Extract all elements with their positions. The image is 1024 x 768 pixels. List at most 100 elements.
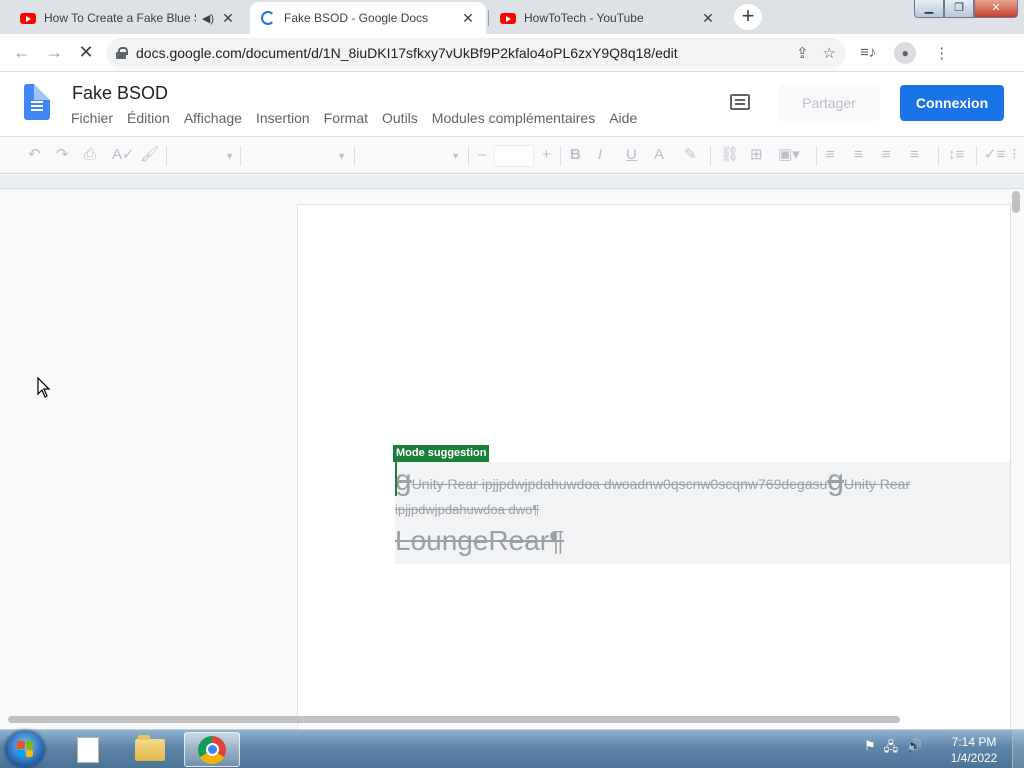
- vertical-scrollbar[interactable]: [1012, 191, 1020, 213]
- menu-insertion[interactable]: Insertion: [256, 110, 310, 126]
- youtube-icon: [500, 10, 516, 26]
- close-window-button[interactable]: ✕: [974, 0, 1018, 18]
- insert-link-icon[interactable]: ⛓: [720, 146, 739, 164]
- print-icon[interactable]: ⎙: [84, 146, 96, 164]
- toolbar-divider: [710, 146, 711, 166]
- close-tab-icon[interactable]: ✕: [460, 10, 476, 27]
- docs-menubar: Fichier Édition Affichage Insertion Form…: [71, 110, 637, 126]
- folder-icon: [135, 734, 165, 761]
- google-docs-logo-icon[interactable]: [24, 84, 50, 120]
- document-line-2[interactable]: ipjjpdwjpdahuwdoa dwo¶: [395, 502, 539, 517]
- media-control-icon[interactable]: ≡♪: [860, 44, 876, 61]
- menu-aide[interactable]: Aide: [609, 110, 637, 126]
- browser-menu-icon[interactable]: ⋮: [934, 44, 949, 62]
- increase-font-size-button[interactable]: +: [542, 146, 551, 164]
- italic-icon[interactable]: I: [598, 146, 602, 164]
- minimize-button[interactable]: ▁: [914, 0, 944, 18]
- share-page-icon[interactable]: ⇪: [796, 44, 809, 62]
- line-spacing-icon[interactable]: ↕≡: [948, 146, 964, 164]
- text-color-icon[interactable]: A: [654, 146, 664, 164]
- action-center-flag-icon[interactable]: ⚑: [864, 738, 876, 760]
- back-button[interactable]: ←: [6, 37, 38, 69]
- start-button[interactable]: [6, 731, 44, 767]
- network-icon[interactable]: 🖧: [884, 738, 899, 760]
- tab-youtube-howtotech[interactable]: HowToTech - YouTube ✕: [490, 2, 726, 34]
- menu-edition[interactable]: Édition: [127, 110, 170, 126]
- url-text[interactable]: docs.google.com/document/d/1N_8iuDKI17sf…: [136, 45, 678, 61]
- taskbar-chrome[interactable]: [184, 732, 240, 767]
- toolbar-divider: [816, 146, 817, 166]
- font-size-input[interactable]: [494, 145, 534, 167]
- volume-icon[interactable]: 🔊: [906, 738, 922, 760]
- browser-toolbar: ← → ✕ docs.google.com/document/d/1N_8iuD…: [0, 34, 1024, 72]
- toolbar-divider: [354, 146, 355, 166]
- toolbar-divider: [240, 146, 241, 166]
- bookmark-star-icon[interactable]: ☆: [823, 44, 836, 62]
- address-bar[interactable]: docs.google.com/document/d/1N_8iuDKI17sf…: [106, 37, 846, 68]
- undo-icon[interactable]: ↶: [28, 146, 41, 164]
- font-dropdown[interactable]: ▼: [360, 146, 460, 166]
- text-fragment: Unity Rear: [843, 476, 911, 492]
- align-justify-icon[interactable]: ≡: [910, 146, 919, 164]
- paint-format-icon[interactable]: 🖌: [140, 146, 159, 164]
- menu-outils[interactable]: Outils: [382, 110, 418, 126]
- youtube-icon: [20, 10, 36, 26]
- tab-google-docs[interactable]: Fake BSOD - Google Docs ✕: [250, 2, 486, 34]
- lock-icon[interactable]: [116, 46, 128, 59]
- zoom-dropdown[interactable]: ▼: [172, 146, 234, 166]
- new-tab-button[interactable]: +: [734, 4, 762, 30]
- align-center-icon[interactable]: ≡: [854, 146, 863, 164]
- menu-format[interactable]: Format: [324, 110, 368, 126]
- style-dropdown[interactable]: ▼: [246, 146, 346, 166]
- browser-tab-strip: How To Create a Fake Blue Sc ◀) ✕ Fake B…: [0, 0, 1024, 34]
- audio-playing-icon[interactable]: ◀): [202, 12, 214, 25]
- bulleted-list-icon[interactable]: ⁝: [1012, 146, 1017, 164]
- clock-date: 1/4/2022: [950, 751, 998, 765]
- text-fragment: g: [827, 466, 844, 497]
- align-right-icon[interactable]: ≡: [882, 146, 891, 164]
- tab-title: How To Create a Fake Blue Sc: [44, 11, 196, 25]
- forward-button[interactable]: →: [38, 37, 70, 69]
- decrease-font-size-button[interactable]: –: [478, 146, 486, 164]
- menu-fichier[interactable]: Fichier: [71, 110, 113, 126]
- tab-youtube-fake-bsod[interactable]: How To Create a Fake Blue Sc ◀) ✕: [10, 2, 246, 34]
- text-fragment: g: [395, 466, 412, 497]
- spellcheck-icon[interactable]: A✓: [112, 146, 135, 164]
- close-tab-icon[interactable]: ✕: [220, 10, 236, 27]
- toolbar-divider: [560, 146, 561, 166]
- highlight-icon[interactable]: ✎: [684, 146, 697, 164]
- tab-title: Fake BSOD - Google Docs: [284, 11, 429, 25]
- document-canvas[interactable]: [0, 189, 1024, 729]
- toolbar-divider: [938, 146, 939, 166]
- restore-button[interactable]: ❐: [944, 0, 974, 18]
- toolbar-divider: [166, 146, 167, 166]
- comments-icon[interactable]: [730, 94, 750, 110]
- clock-time: 7:14 PM: [951, 735, 997, 749]
- redo-icon[interactable]: ↷: [56, 146, 69, 164]
- share-button[interactable]: Partager: [778, 85, 880, 121]
- taskbar-clock[interactable]: 7:14 PM 1/4/2022: [946, 734, 1002, 766]
- sign-in-button[interactable]: Connexion: [900, 85, 1004, 121]
- system-tray: ⚑ 🖧 🔊: [864, 738, 922, 760]
- loading-spinner-icon: [260, 10, 276, 26]
- horizontal-scrollbar[interactable]: [8, 716, 900, 723]
- close-tab-icon[interactable]: ✕: [700, 10, 716, 27]
- taskbar-file-explorer[interactable]: [122, 732, 178, 767]
- checklist-icon[interactable]: ✓≡: [984, 146, 1005, 164]
- stop-loading-button[interactable]: ✕: [70, 37, 102, 69]
- align-left-icon[interactable]: ≡: [826, 146, 835, 164]
- document-title[interactable]: Fake BSOD: [72, 83, 168, 104]
- formatting-toolbar: ↶ ↷ ⎙ A✓ 🖌 ▼ ▼ ▼ – + B I U A ✎ ⛓ ⊞ ▣▾ ≡ …: [0, 136, 1024, 174]
- menu-affichage[interactable]: Affichage: [184, 110, 242, 126]
- show-desktop-button[interactable]: [1012, 730, 1024, 768]
- insert-image-icon[interactable]: ▣▾: [778, 146, 800, 164]
- menu-modules[interactable]: Modules complémentaires: [432, 110, 595, 126]
- bold-icon[interactable]: B: [570, 146, 581, 164]
- underline-icon[interactable]: U: [626, 146, 637, 164]
- profile-avatar-icon[interactable]: ●: [894, 41, 917, 64]
- document-line-1[interactable]: gUnity Rear ipjjpdwjpdahuwdoa dwoadnw0qs…: [395, 466, 1010, 500]
- add-comment-icon[interactable]: ⊞: [750, 146, 763, 164]
- chrome-icon: [198, 735, 226, 764]
- document-line-3[interactable]: LoungeRear¶: [395, 525, 564, 557]
- taskbar-blank-document[interactable]: [60, 732, 116, 767]
